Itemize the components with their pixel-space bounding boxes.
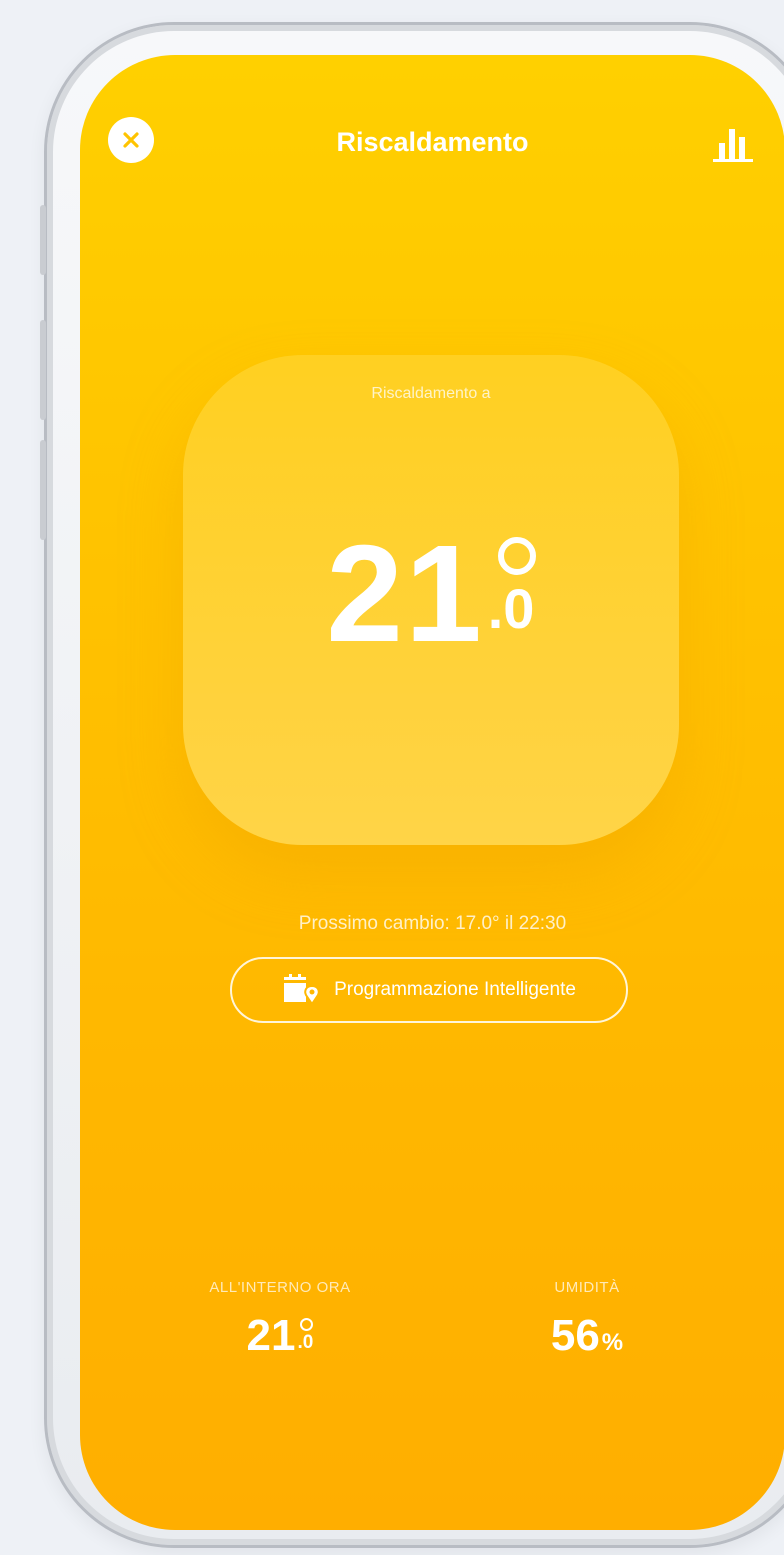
indoor-label: ALL'INTERNO ORA: [209, 1279, 351, 1296]
humidity-number: 56: [550, 1311, 600, 1360]
degree-icon: [497, 537, 536, 575]
target-temperature-decimal: .0: [487, 577, 535, 640]
indoor-temperature: ALL'INTERNO ORA 21 .0: [160, 1279, 400, 1358]
next-change-text: Prossimo cambio: 17.0° il 22:30: [298, 913, 567, 934]
smart-schedule-button[interactable]: Programmazione Intelligente: [230, 957, 628, 1023]
humidity: UMIDITÀ 56 %: [467, 1279, 707, 1358]
smart-schedule-label: Programmazione Intelligente: [334, 979, 576, 1000]
indoor-temperature-integer: 21: [246, 1311, 296, 1360]
phone-side-button: [40, 440, 46, 540]
statistics-button[interactable]: [711, 123, 755, 163]
humidity-unit: %: [601, 1329, 624, 1356]
page-title: Riscaldamento: [336, 127, 529, 157]
indoor-temperature-decimal: .0: [297, 1332, 314, 1353]
card-label: Riscaldamento a: [371, 385, 491, 402]
humidity-label: UMIDITÀ: [554, 1279, 620, 1296]
phone-side-button: [40, 320, 46, 420]
target-temperature: 21 .0: [183, 525, 679, 663]
target-temperature-card[interactable]: Riscaldamento a 21 .0: [183, 355, 679, 845]
humidity-value: 56 %: [467, 1314, 707, 1358]
target-temperature-integer: 21: [326, 517, 484, 671]
bar-chart-icon: [713, 129, 753, 162]
indoor-temperature-value: 21 .0: [160, 1314, 400, 1358]
degree-icon: [300, 1318, 314, 1331]
app-screen: Riscaldamento Riscaldamento a 21 .0 Pros…: [80, 55, 784, 1530]
phone-side-button: [40, 205, 46, 275]
calendar-location-icon: [284, 974, 320, 1006]
